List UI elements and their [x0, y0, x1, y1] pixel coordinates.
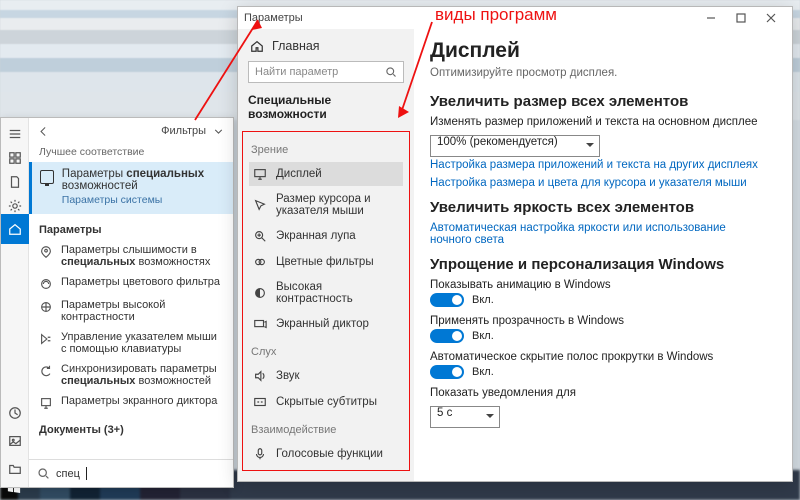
rail-gear-icon[interactable] — [7, 198, 23, 214]
search-result[interactable]: Параметры слышимости в специальных возмо… — [29, 240, 233, 272]
settings-sidebar: Главная Найти параметр Специальные возмо… — [238, 29, 414, 481]
toggle-anim[interactable]: Вкл. — [430, 293, 764, 307]
top-result-subtitle: Параметры системы — [62, 194, 225, 206]
toggle-scroll[interactable]: Вкл. — [430, 365, 764, 379]
nav-magnifier[interactable]: Экранная лупа — [249, 224, 403, 248]
page-subtitle: Оптимизируйте просмотр дисплея. — [430, 67, 764, 79]
link-cursor[interactable]: Настройка размера и цвета для курсора и … — [430, 177, 764, 189]
search-result[interactable]: Параметры экранного диктора — [29, 391, 233, 414]
scale-desc: Изменять размер приложений и текста на о… — [430, 116, 764, 128]
nav-speech[interactable]: Голосовые функции — [249, 442, 403, 466]
monitor-icon — [40, 170, 54, 184]
group-hearing: Слух — [249, 338, 403, 362]
notif-label: Показать уведомления для — [430, 387, 764, 399]
rail-picture-icon[interactable] — [7, 433, 23, 449]
filters-label[interactable]: Фильтры — [161, 125, 206, 137]
nav-color-filters[interactable]: Цветные фильтры — [249, 250, 403, 274]
minimize-button[interactable] — [696, 7, 726, 29]
rail-folder-icon[interactable] — [7, 461, 23, 477]
rail-clock-icon[interactable] — [7, 405, 23, 421]
search-query: спец — [56, 468, 80, 480]
rail-doc-icon[interactable] — [7, 174, 23, 190]
nav-display[interactable]: Дисплей — [249, 162, 403, 186]
close-button[interactable] — [756, 7, 786, 29]
titlebar[interactable]: Параметры — [238, 7, 792, 29]
notif-select[interactable]: 5 с — [430, 406, 500, 428]
find-setting-input[interactable]: Найти параметр — [248, 61, 404, 83]
bright-heading: Увеличить яркость всех элементов — [430, 199, 764, 216]
search-icon — [37, 467, 50, 480]
back-icon[interactable] — [37, 125, 50, 138]
simplify-heading: Упрощение и персонализация Windows — [430, 256, 764, 273]
window-title: Параметры — [244, 12, 303, 24]
page-title: Дисплей — [430, 39, 764, 63]
nav-high-contrast[interactable]: Высокая контрастность — [249, 276, 403, 310]
search-icon — [385, 66, 397, 78]
home-icon — [250, 39, 264, 53]
start-search-panel: Фильтры Лучшее соответствие Параметры сп… — [0, 117, 234, 488]
documents-header[interactable]: Документы (3+) — [29, 414, 233, 440]
nav-cursor[interactable]: Размер курсора и указателя мыши — [249, 188, 403, 222]
category-header: Специальные возможности — [248, 87, 404, 125]
settings-content: Дисплей Оптимизируйте просмотр дисплея. … — [414, 29, 792, 481]
scale-select[interactable]: 100% (рекомендуется) — [430, 135, 600, 157]
nav-captions[interactable]: Скрытые субтитры — [249, 390, 403, 414]
search-result[interactable]: Параметры цветового фильтра — [29, 272, 233, 295]
search-result[interactable]: Управление указателем мыши с помощью кла… — [29, 327, 233, 359]
search-result[interactable]: Параметры высокой контрастности — [29, 295, 233, 327]
best-match-label: Лучшее соответствие — [29, 142, 233, 162]
toggle-trans-label: Применять прозрачность в Windows — [430, 315, 764, 327]
top-result[interactable]: Параметры специальных возможностей Парам… — [29, 162, 233, 214]
link-scale-other[interactable]: Настройка размера приложений и текста на… — [430, 159, 764, 171]
group-interaction: Взаимодействие — [249, 416, 403, 440]
maximize-button[interactable] — [726, 7, 756, 29]
results-section-header: Параметры — [29, 214, 233, 240]
rail-home-icon[interactable] — [1, 214, 29, 244]
home-button[interactable]: Главная — [248, 35, 404, 57]
start-body: Фильтры Лучшее соответствие Параметры сп… — [29, 118, 233, 487]
nav-narrator[interactable]: Экранный диктор — [249, 312, 403, 336]
rail-menu-icon[interactable] — [7, 126, 23, 142]
nav-list: Зрение Дисплей Размер курсора и указател… — [242, 131, 410, 471]
top-result-title: Параметры специальных возможностей — [62, 168, 225, 192]
search-box[interactable]: спец — [29, 459, 233, 487]
nav-sound[interactable]: Звук — [249, 364, 403, 388]
toggle-trans[interactable]: Вкл. — [430, 329, 764, 343]
chevron-down-icon[interactable] — [212, 125, 225, 138]
rail-apps-icon[interactable] — [7, 150, 23, 166]
settings-window: Параметры Главная Найти параметр Специал… — [237, 6, 793, 482]
scale-heading: Увеличить размер всех элементов — [430, 93, 764, 110]
start-rail — [1, 118, 29, 487]
filters-row: Фильтры — [29, 118, 233, 142]
group-vision: Зрение — [249, 136, 403, 160]
link-bright[interactable]: Автоматическая настройка яркости или исп… — [430, 222, 764, 246]
toggle-scroll-label: Автоматическое скрытие полос прокрутки в… — [430, 351, 764, 363]
toggle-anim-label: Показывать анимацию в Windows — [430, 279, 764, 291]
search-result[interactable]: Синхронизировать параметры специальных в… — [29, 359, 233, 391]
